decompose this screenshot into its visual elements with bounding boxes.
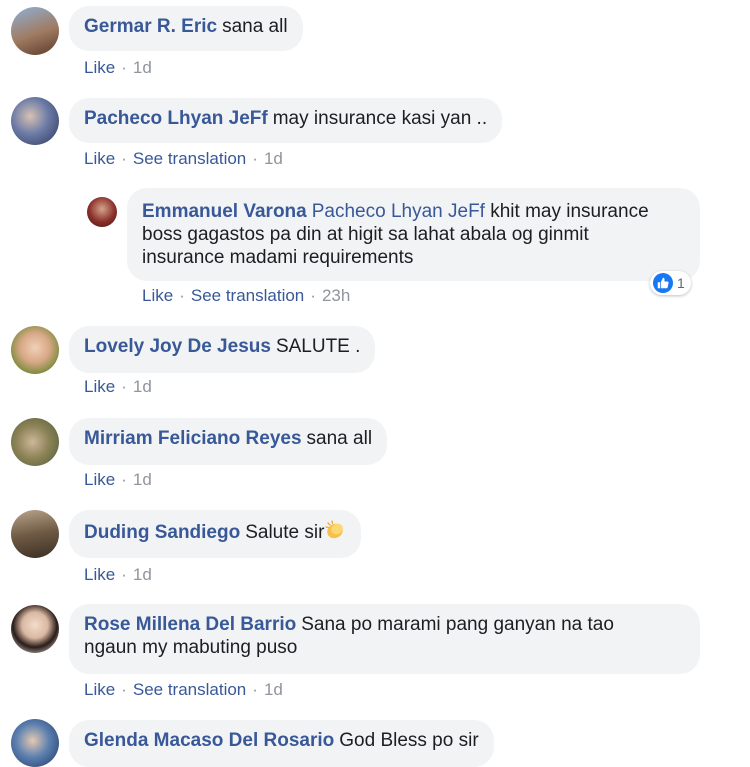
timestamp[interactable]: 1d [133,377,152,396]
reaction-summary[interactable]: 1 [650,271,691,295]
like-link[interactable]: Like [84,565,115,584]
avatar[interactable] [87,197,117,227]
comment-author[interactable]: Germar R. Eric [84,16,217,37]
timestamp[interactable]: 1d [133,58,152,77]
comment-text-line: ngaun my mabuting puso [84,637,298,658]
timestamp[interactable]: 23h [322,286,350,305]
avatar[interactable] [11,510,59,558]
comment-bubble: Rose Millena Del Barrio Sana po marami pa… [69,604,700,674]
avatar[interactable] [11,326,59,374]
timestamp[interactable]: 1d [133,565,152,584]
comment-actions: Like · 1d [84,565,152,584]
comment-bubble: Germar R. Eric sana all [69,6,303,51]
comment-text: God Bless po sir [339,730,479,751]
comment-text-line: insurance madami requirements [142,247,414,268]
like-icon [653,273,673,293]
timestamp[interactable]: 1d [264,680,283,699]
comment-text: may insurance kasi yan .. [272,108,488,129]
clapping-hands-icon [324,519,346,547]
reaction-count: 1 [677,275,685,291]
comment-bubble: Duding Sandiego Salute sir [69,510,362,558]
comment-author[interactable]: Glenda Macaso Del Rosario [84,730,334,751]
comment-text: sana all [222,16,288,37]
comment-actions: Like · See translation · 1d [84,149,283,168]
avatar[interactable] [11,418,59,466]
like-link[interactable]: Like [142,286,173,305]
comment-bubble: Mirriam Feliciano Reyes sana all [69,418,388,465]
like-link[interactable]: Like [84,149,115,168]
see-translation-link[interactable]: See translation [133,149,246,168]
comment-author[interactable]: Emmanuel Varona [142,201,307,222]
comment-actions: Like · See translation · 1d [84,680,283,699]
mention-link[interactable]: Pacheco Lhyan JeFf [312,201,485,222]
see-translation-link[interactable]: See translation [133,680,246,699]
comment-bubble: Glenda Macaso Del Rosario God Bless po si… [69,720,494,767]
avatar[interactable] [11,605,59,653]
comment-text: khit may insurance [490,201,649,222]
like-link[interactable]: Like [84,680,115,699]
timestamp[interactable]: 1d [133,470,152,489]
comment-author[interactable]: Rose Millena Del Barrio [84,614,296,635]
avatar[interactable] [11,7,59,55]
like-link[interactable]: Like [84,377,115,396]
comment-bubble: Emmanuel Varona Pacheco Lhyan JeFf khit m… [127,188,700,281]
comment-bubble: Lovely Joy De Jesus SALUTE . [69,326,376,373]
comment-text: sana all [306,428,373,449]
see-translation-link[interactable]: See translation [191,286,304,305]
timestamp[interactable]: 1d [264,149,283,168]
comment-text: Sana po marami pang ganyan na tao [301,614,614,635]
avatar[interactable] [11,719,59,767]
comment-actions: Like · See translation · 23h [142,286,351,305]
comment-text: Salute sir [245,522,325,543]
avatar[interactable] [11,97,59,145]
comment-actions: Like · 1d [84,377,152,396]
comment-text-line: boss gagastos pa din at higit sa lahat a… [142,224,589,245]
comment-bubble: Pacheco Lhyan JeFf may insurance kasi yan… [69,98,503,143]
comment-text: SALUTE . [275,336,361,357]
like-link[interactable]: Like [84,58,115,77]
comment-author[interactable]: Pacheco Lhyan JeFf [84,108,268,129]
comment-actions: Like · 1d [84,470,152,489]
comment-actions: Like · 1d [84,58,152,77]
comment-author[interactable]: Duding Sandiego [84,522,240,543]
comment-author[interactable]: Mirriam Feliciano Reyes [84,428,302,449]
like-link[interactable]: Like [84,470,115,489]
comment-author[interactable]: Lovely Joy De Jesus [84,336,271,357]
